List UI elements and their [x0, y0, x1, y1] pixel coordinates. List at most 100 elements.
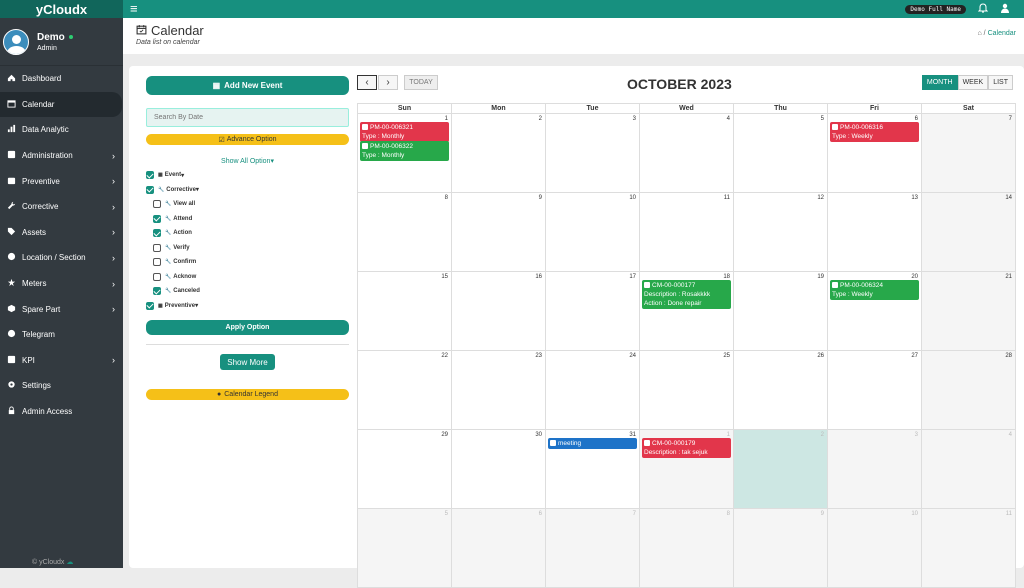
checkbox[interactable]	[153, 200, 161, 209]
sidebar-item-data-analytic[interactable]: Data Analytic	[0, 117, 123, 143]
day-cell[interactable]: 4	[640, 114, 734, 192]
sidebar-item-spare-part[interactable]: Spare Part ›	[0, 296, 123, 322]
day-cell[interactable]: 8	[358, 193, 452, 271]
calendar-event[interactable]: PM-00-006322 Type : Monthly	[360, 141, 449, 161]
day-cell[interactable]: 18 CM-00-000177 Description : Rosakkkk Acti…	[640, 272, 734, 350]
filter-option[interactable]: ▦ Preventive ▾	[146, 299, 349, 314]
filter-option[interactable]: 🔧 Verify	[146, 241, 349, 256]
sidebar-item-kpi[interactable]: KPI ›	[0, 348, 123, 374]
day-cell[interactable]: 5	[734, 114, 828, 192]
day-cell[interactable]: 1 PM-00-006321 Type : Monthly PM-00-006322 T…	[358, 114, 452, 192]
sidebar-item-location-section[interactable]: Location / Section ›	[0, 245, 123, 271]
day-cell[interactable]: 1 CM-00-000179 Description : tak sejuk	[640, 430, 734, 508]
sidebar-item-calendar[interactable]: Calendar	[0, 91, 122, 118]
day-cell[interactable]: 15	[358, 272, 452, 350]
day-cell[interactable]: 9	[452, 193, 546, 271]
day-cell[interactable]: 14	[922, 193, 1015, 271]
bell-icon[interactable]	[978, 3, 988, 15]
view-week-button[interactable]: WEEK	[957, 75, 989, 90]
brand-logo[interactable]: yCloudx	[0, 0, 123, 18]
calendar-event[interactable]: PM-00-006316 Type : Weekly	[830, 122, 919, 142]
view-list-button[interactable]: LIST	[988, 75, 1013, 90]
breadcrumb-current[interactable]: Calendar	[988, 30, 1016, 37]
sidebar-item-corrective[interactable]: Corrective ›	[0, 194, 123, 220]
checkbox[interactable]	[153, 243, 161, 252]
day-cell[interactable]: 21	[922, 272, 1015, 350]
checkbox[interactable]	[153, 214, 161, 223]
day-cell[interactable]: 23	[452, 351, 546, 429]
menu-toggle-icon[interactable]: ≡	[130, 0, 138, 18]
day-cell[interactable]: 27	[828, 351, 922, 429]
day-cell[interactable]: 19	[734, 272, 828, 350]
day-cell[interactable]: 6 PM-00-006316 Type : Weekly	[828, 114, 922, 192]
filter-option[interactable]: ▦ Event ▾	[146, 168, 349, 183]
day-cell[interactable]: 2	[452, 114, 546, 192]
checkbox[interactable]	[153, 272, 161, 281]
filter-option[interactable]: 🔧 Confirm	[146, 255, 349, 270]
day-cell[interactable]: 25	[640, 351, 734, 429]
filter-option[interactable]: 🔧 Action	[146, 226, 349, 241]
calendar-event[interactable]: PM-00-006324 Type : Weekly	[830, 280, 919, 300]
day-cell[interactable]: 10	[828, 509, 922, 587]
day-cell[interactable]: 3	[828, 430, 922, 508]
user-full-name[interactable]: Demo Full Name	[905, 4, 966, 14]
advance-option-button[interactable]: ☑ Advance Option	[146, 134, 349, 145]
sidebar-item-assets[interactable]: Assets ›	[0, 220, 123, 246]
sidebar-item-preventive[interactable]: Preventive ›	[0, 168, 123, 194]
sidebar-item-meters[interactable]: Meters ›	[0, 271, 123, 297]
sidebar-item-dashboard[interactable]: Dashboard	[0, 66, 123, 92]
day-cell[interactable]: 9	[734, 509, 828, 587]
filter-option[interactable]: 🔧 Canceled	[146, 284, 349, 299]
day-cell[interactable]: 26	[734, 351, 828, 429]
day-cell[interactable]: 10	[546, 193, 640, 271]
next-month-button[interactable]: ›	[378, 75, 398, 90]
checkbox[interactable]	[146, 171, 154, 180]
checkbox[interactable]	[153, 258, 161, 267]
day-cell[interactable]: 30	[452, 430, 546, 508]
filter-option[interactable]: 🔧 Corrective ▾	[146, 183, 349, 198]
add-event-button[interactable]: ▦ Add New Event	[146, 76, 349, 95]
today-button[interactable]: TODAY	[404, 75, 438, 90]
day-cell[interactable]: 17	[546, 272, 640, 350]
view-month-button[interactable]: MONTH	[921, 75, 958, 90]
day-cell[interactable]: 5	[358, 509, 452, 587]
day-cell[interactable]: 11	[922, 509, 1015, 587]
day-cell[interactable]: 20 PM-00-006324 Type : Weekly	[828, 272, 922, 350]
day-cell[interactable]: 2	[734, 430, 828, 508]
day-cell[interactable]: 3	[546, 114, 640, 192]
sidebar-item-settings[interactable]: Settings	[0, 373, 123, 399]
filter-option[interactable]: 🔧 Acknow	[146, 270, 349, 285]
calendar-event[interactable]: CM-00-000179 Description : tak sejuk	[642, 438, 731, 458]
checkbox[interactable]	[146, 185, 154, 194]
sidebar-item-admin-access[interactable]: Admin Access	[0, 399, 123, 425]
home-icon[interactable]: ⌂	[978, 30, 982, 37]
checkbox[interactable]	[146, 301, 154, 310]
day-cell[interactable]: 4	[922, 430, 1015, 508]
day-cell[interactable]: 13	[828, 193, 922, 271]
calendar-event[interactable]: CM-00-000177 Description : Rosakkkk Action…	[642, 280, 731, 309]
search-date-input[interactable]	[146, 108, 349, 127]
prev-month-button[interactable]: ‹	[357, 75, 377, 90]
day-cell[interactable]: 28	[922, 351, 1015, 429]
day-cell[interactable]: 31 meeting	[546, 430, 640, 508]
show-more-button[interactable]: Show More	[220, 354, 275, 370]
filter-option[interactable]: 🔧 View all	[146, 197, 349, 212]
checkbox[interactable]	[153, 229, 161, 238]
avatar[interactable]	[3, 28, 29, 55]
show-all-option-link[interactable]: Show All Option▾	[146, 157, 349, 165]
day-cell[interactable]: 8	[640, 509, 734, 587]
filter-option[interactable]: 🔧 Attend	[146, 212, 349, 227]
day-cell[interactable]: 29	[358, 430, 452, 508]
day-cell[interactable]: 16	[452, 272, 546, 350]
user-icon[interactable]	[1000, 3, 1010, 15]
sidebar-item-administration[interactable]: Administration ›	[0, 143, 123, 169]
day-cell[interactable]: 7	[546, 509, 640, 587]
day-cell[interactable]: 24	[546, 351, 640, 429]
day-cell[interactable]: 7	[922, 114, 1015, 192]
day-cell[interactable]: 6	[452, 509, 546, 587]
calendar-event[interactable]: meeting	[548, 438, 637, 449]
day-cell[interactable]: 22	[358, 351, 452, 429]
sidebar-item-telegram[interactable]: Telegram	[0, 322, 123, 348]
apply-option-button[interactable]: Apply Option	[146, 320, 349, 335]
day-cell[interactable]: 11	[640, 193, 734, 271]
